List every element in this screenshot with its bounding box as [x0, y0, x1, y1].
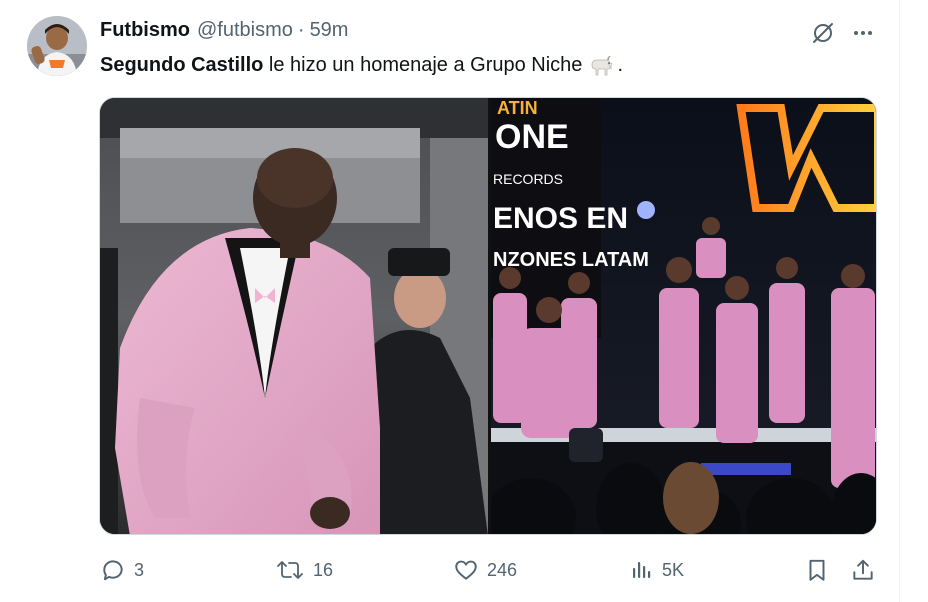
avatar[interactable] [27, 16, 87, 76]
photo-stage-band: ATIN ONE RECORDS ENOS EN NZONES LATAM [491, 98, 876, 534]
timeline-border [899, 0, 900, 602]
separator: · [297, 18, 305, 41]
share-icon [850, 557, 876, 583]
author-handle[interactable]: @futbismo [197, 19, 293, 42]
goat-icon [588, 53, 614, 77]
repost-button[interactable]: 16 [275, 553, 333, 587]
view-count: 5K [662, 559, 685, 580]
tweet-action-bar: 3 16 246 5K [100, 553, 882, 587]
tweet-card[interactable]: Futbismo @futbismo · 59m Segundo Castill… [0, 0, 928, 602]
timestamp[interactable]: 59m [310, 19, 349, 42]
avatar-image [27, 16, 87, 76]
author-name[interactable]: Futbismo [100, 19, 190, 42]
like-button[interactable]: 246 [453, 553, 517, 587]
share-button[interactable] [850, 553, 876, 587]
grok-icon[interactable] [808, 18, 838, 48]
banner-line-5: NZONES LATAM [493, 249, 649, 271]
photo-pink-suit-man [100, 98, 488, 534]
tweet-text-bold: Segundo Castillo [100, 54, 264, 76]
reply-icon [100, 557, 126, 583]
banner-line-2: ONE [495, 118, 569, 156]
like-count: 246 [487, 559, 518, 580]
tweet-text-rest: le hizo un homenaje a Grupo Niche [268, 54, 583, 76]
more-options-icon[interactable] [848, 18, 878, 48]
repost-count: 16 [313, 559, 334, 580]
reply-button[interactable]: 3 [100, 553, 144, 587]
tweet-text-end: . [617, 54, 623, 76]
media-photo-left[interactable] [100, 98, 488, 534]
heart-icon [453, 557, 479, 583]
reply-count: 3 [134, 559, 145, 580]
views-button[interactable]: 5K [630, 553, 684, 587]
banner-line-1: ATIN [497, 98, 538, 118]
tweet-media[interactable]: ATIN ONE RECORDS ENOS EN NZONES LATAM [99, 97, 877, 535]
tweet-header: Futbismo @futbismo · 59m [100, 17, 348, 43]
tweet-text: Segundo Castillo le hizo un homenaje a G… [100, 52, 623, 78]
repost-icon [275, 557, 305, 583]
bookmark-icon [804, 557, 830, 583]
analytics-icon [630, 557, 654, 583]
banner-line-3: RECORDS [493, 171, 563, 187]
bookmark-button[interactable] [804, 553, 830, 587]
media-photo-right[interactable]: ATIN ONE RECORDS ENOS EN NZONES LATAM [491, 98, 876, 534]
banner-line-4: ENOS EN [493, 202, 628, 235]
